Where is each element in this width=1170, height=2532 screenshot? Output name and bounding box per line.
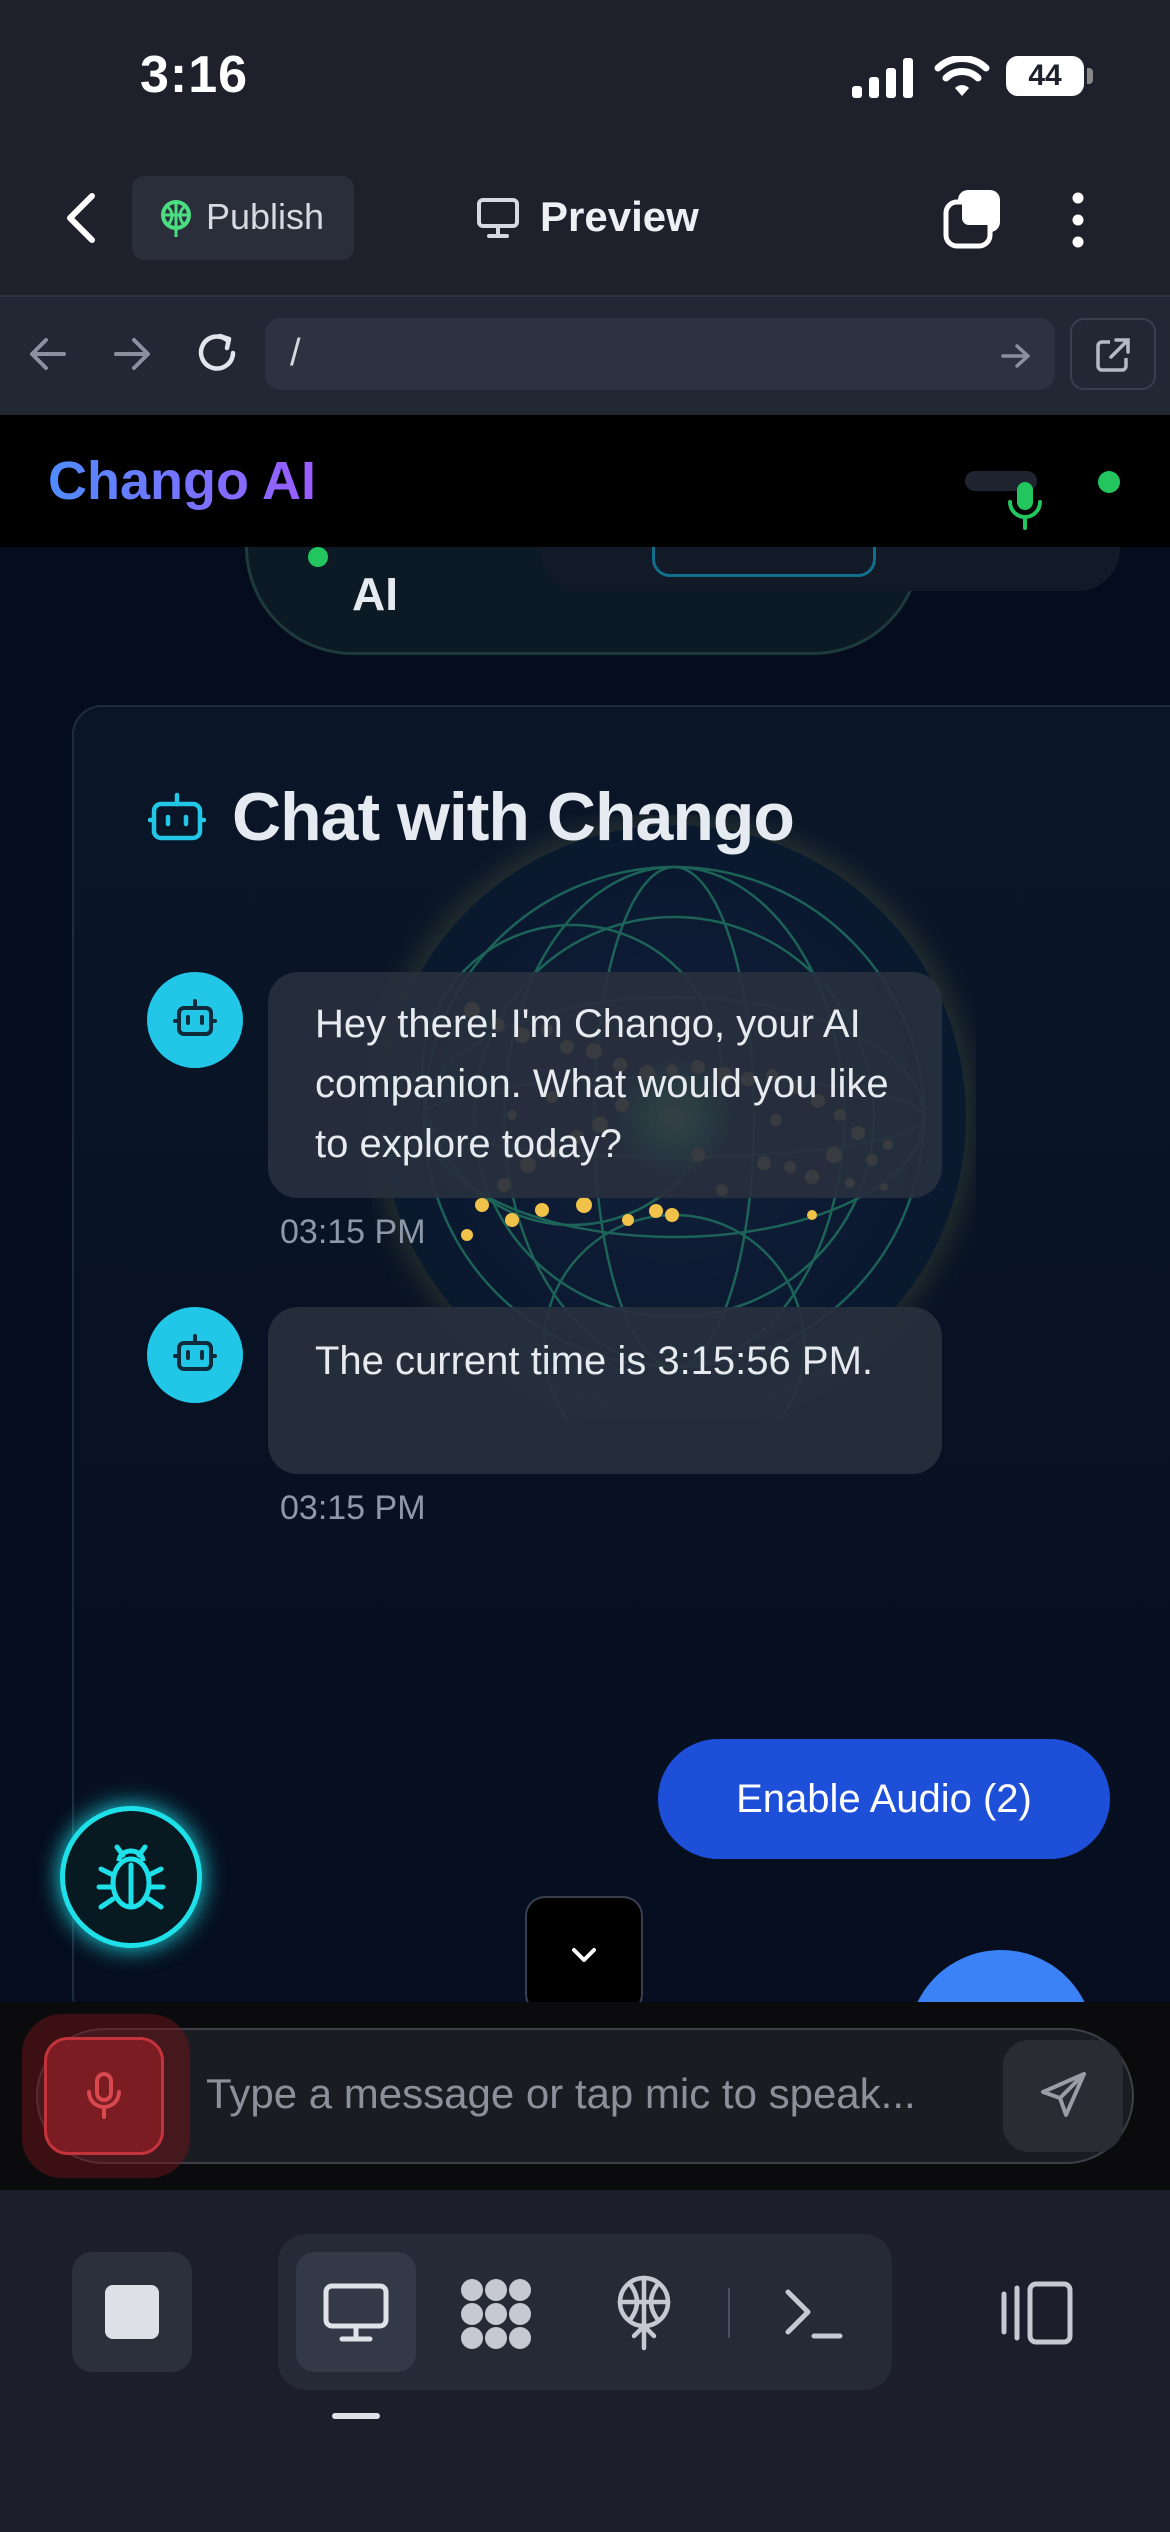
message-time: 03:15 PM: [280, 1489, 426, 1527]
battery-indicator: 44: [1006, 56, 1084, 96]
chat-title: Chat with Chango: [232, 779, 795, 855]
message-text: The current time is 3:15:56 PM.: [315, 1339, 874, 1383]
url-input[interactable]: [265, 318, 1055, 390]
nav-back-icon[interactable]: [28, 336, 68, 372]
assistant-avatar: [147, 972, 243, 1068]
battery-tip: [1087, 68, 1093, 84]
terminal-icon: [785, 2289, 843, 2339]
url-text: /: [290, 332, 301, 374]
publish-icon: [158, 199, 194, 239]
tabs-divider: [728, 2288, 730, 2338]
partial-status-dot: [308, 547, 328, 567]
tab-deploy[interactable]: [612, 2272, 676, 2352]
chat-bot-icon: [148, 790, 206, 842]
chevron-down-icon: [572, 1948, 596, 1962]
scroll-down-button[interactable]: [525, 1896, 643, 2014]
reload-icon[interactable]: [194, 330, 240, 376]
external-link-icon: [1094, 336, 1132, 374]
brand-title: Chango AI: [48, 451, 316, 511]
partial-pill-button: [652, 547, 876, 577]
deploy-globe-icon: [617, 2275, 671, 2351]
microphone-icon: [87, 2072, 121, 2119]
bug-icon: [96, 1844, 166, 1910]
debug-button[interactable]: [60, 1806, 202, 1948]
bot-icon: [173, 999, 217, 1036]
stop-icon: [105, 2285, 159, 2339]
active-tab-indicator: [332, 2413, 380, 2419]
enable-audio-button[interactable]: Enable Audio (2): [658, 1739, 1110, 1859]
message-text: Hey there! I'm Chango, your AI companion…: [315, 1002, 889, 1166]
layout-toggle-icon[interactable]: [1000, 2280, 1076, 2346]
publish-label: Publish: [206, 196, 325, 237]
signal-icon: [852, 58, 914, 98]
tabs-switcher-icon[interactable]: [940, 186, 1004, 250]
connection-status-dot: [1098, 471, 1120, 493]
preview-icon: [476, 197, 520, 239]
bot-icon: [173, 1334, 217, 1371]
more-options-icon[interactable]: [1068, 190, 1088, 250]
message-time: 03:15 PM: [280, 1213, 426, 1251]
mic-status-icon[interactable]: [1004, 478, 1046, 534]
message-input-placeholder: Type a message or tap mic to speak...: [206, 2070, 916, 2117]
send-button[interactable]: [1003, 2040, 1123, 2152]
nav-forward-icon[interactable]: [112, 336, 152, 372]
send-icon: [1041, 2072, 1086, 2117]
status-time: 3:16: [140, 46, 249, 104]
back-icon[interactable]: [62, 192, 102, 244]
extensions-icon: [461, 2279, 531, 2349]
monitor-icon: [322, 2282, 390, 2344]
mic-button[interactable]: [44, 2037, 164, 2155]
assistant-avatar: [147, 1307, 243, 1403]
partial-card-label: AI: [352, 568, 398, 620]
wifi-icon: [934, 56, 990, 98]
go-arrow-icon[interactable]: [1000, 342, 1032, 370]
tab-console[interactable]: [782, 2284, 844, 2342]
tab-extensions[interactable]: [456, 2276, 536, 2350]
preview-tab[interactable]: Preview: [540, 193, 699, 241]
